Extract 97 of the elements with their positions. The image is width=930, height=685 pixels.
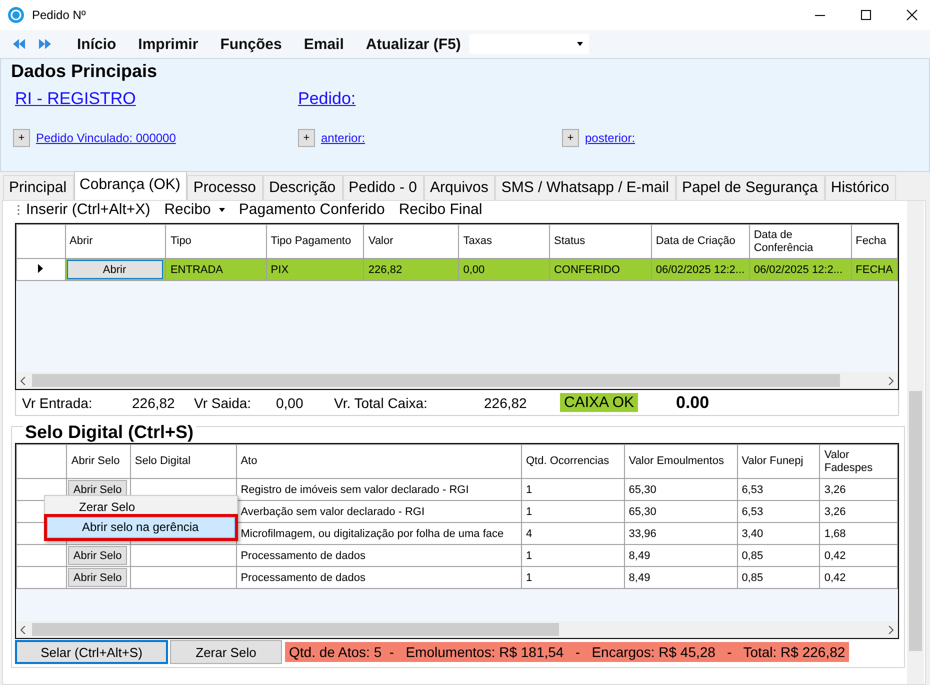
table-cell: 65,30 <box>624 500 738 522</box>
table-cell: 06/02/2025 12:2... <box>651 258 750 280</box>
table-cell: 1 <box>521 500 624 522</box>
menu-item[interactable]: Início <box>77 36 116 52</box>
summary-text: Qtd. de Atos: 5 - Emolumentos: R$ 181,54 - Encargos: R$ 45,28 - Total: R$ 226,82 <box>285 642 850 662</box>
column-header[interactable]: Selo Digital <box>130 444 236 478</box>
fast-forward-icon[interactable] <box>39 39 51 49</box>
table-cell: 65,30 <box>624 478 738 500</box>
dropdown-field[interactable] <box>468 34 589 54</box>
section-title: Selo Digital (Ctrl+S) <box>23 422 196 443</box>
tab[interactable]: Histórico <box>824 175 896 200</box>
dropdown-arrow-icon <box>576 42 583 46</box>
table-cell: 0,42 <box>820 544 898 566</box>
difference-value: 0.00 <box>676 392 710 412</box>
toolbar-button[interactable]: Pagamento Conferido <box>238 202 385 216</box>
table-cell: 3,40 <box>737 522 820 544</box>
grip-icon <box>17 204 20 216</box>
tab[interactable]: Descrição <box>262 175 343 200</box>
table-cell: 3,26 <box>820 500 898 522</box>
tab[interactable]: SMS / Whatsapp / E-mail <box>495 175 676 200</box>
menu-item[interactable]: Zerar Selo <box>47 498 235 517</box>
column-header[interactable]: Abrir Selo <box>66 444 130 478</box>
table-cell: 1,68 <box>820 522 898 544</box>
tab[interactable]: Arquivos <box>424 175 496 200</box>
column-header[interactable]: Ato <box>236 444 522 478</box>
table-cell: 8,49 <box>624 544 738 566</box>
tab[interactable]: Principal <box>3 175 74 200</box>
table-cell: PIX <box>266 258 364 280</box>
total-value: 226,82 <box>132 394 176 410</box>
scroll-left-icon[interactable] <box>20 626 26 634</box>
close-icon[interactable] <box>906 9 918 21</box>
table-cell: 3,26 <box>820 478 898 500</box>
vertical-scrollbar[interactable] <box>907 201 924 684</box>
column-header[interactable]: Valor Funepj <box>737 444 820 478</box>
table-cell: Processamento de dados <box>236 544 522 566</box>
scroll-right-icon[interactable] <box>888 376 894 384</box>
caret-icon <box>218 208 225 212</box>
toolbar-button[interactable]: Recibo <box>164 202 225 216</box>
column-header[interactable]: Valor Fadespes <box>820 444 898 478</box>
table-cell: 6,53 <box>737 478 820 500</box>
tab[interactable]: Papel de Segurança <box>676 175 825 200</box>
table-cell: ENTRADA <box>166 258 266 280</box>
table-cell: CONFERIDO <box>549 258 652 280</box>
scroll-thumb[interactable] <box>32 623 559 636</box>
table-cell: FECHA <box>851 258 898 280</box>
total-value: 0,00 <box>276 394 304 410</box>
expand-button[interactable]: + <box>562 129 579 147</box>
link[interactable]: Pedido Vinculado: 000000 <box>36 131 176 145</box>
column-header[interactable]: Valor Emoulmentos <box>624 444 738 478</box>
table-cell: 0,85 <box>737 544 820 566</box>
action-button[interactable]: Zerar Selo <box>170 640 282 664</box>
link[interactable]: RI - REGISTRO <box>15 89 298 109</box>
table-cell: 226,82 <box>364 258 459 280</box>
total-label: Vr. Total Caixa: <box>334 394 428 410</box>
table-cell: 6,53 <box>737 500 820 522</box>
table-cell: 06/02/2025 12:2... <box>749 258 852 280</box>
menu-item[interactable]: Atualizar (F5) <box>366 36 461 52</box>
scroll-thumb[interactable] <box>909 391 922 651</box>
horizontal-scrollbar[interactable] <box>16 621 898 638</box>
action-button[interactable]: Selar (Ctrl+Alt+S) <box>15 640 168 664</box>
menu-item[interactable]: Abrir selo na gerência <box>47 517 235 538</box>
status-badge: CAIXA OK <box>560 393 638 412</box>
table-cell: Registro de imóveis sem valor declarado - RGI <box>236 478 522 500</box>
total-value: 226,82 <box>484 394 528 410</box>
link[interactable]: Pedido: <box>298 89 356 109</box>
expand-button[interactable]: + <box>298 129 315 147</box>
toolbar-button[interactable]: Recibo Final <box>398 202 482 216</box>
menu-item[interactable]: Imprimir <box>138 36 198 52</box>
link[interactable]: posterior: <box>585 131 636 145</box>
table-cell: 33,96 <box>624 522 738 544</box>
total-label: Vr Entrada: <box>22 394 94 410</box>
link[interactable]: anterior: <box>321 131 366 145</box>
rewind-icon[interactable] <box>13 39 25 49</box>
scroll-right-icon[interactable] <box>888 626 894 634</box>
maximize-icon[interactable] <box>860 9 872 21</box>
horizontal-scrollbar[interactable] <box>16 372 898 389</box>
tab[interactable]: Cobrança (OK) <box>74 171 188 200</box>
tab[interactable]: Pedido - 0 <box>342 175 424 200</box>
menu-item[interactable]: Funções <box>220 36 282 52</box>
open-button[interactable]: Abrir <box>66 260 163 279</box>
app-icon <box>8 7 24 23</box>
open-seal-button[interactable]: Abrir Selo <box>68 546 127 565</box>
menu-item[interactable]: Email <box>304 36 344 52</box>
table-cell: 4 <box>521 522 624 544</box>
tab[interactable]: Processo <box>187 175 263 200</box>
scroll-thumb[interactable] <box>32 374 840 387</box>
scroll-left-icon[interactable] <box>20 376 26 384</box>
section-title: Dados Principais <box>11 61 158 82</box>
column-header[interactable]: Qtd. Ocorrencias <box>521 444 624 478</box>
expand-button[interactable]: + <box>13 129 30 147</box>
table-cell: 1 <box>521 544 624 566</box>
open-seal-button[interactable]: Abrir Selo <box>68 568 127 587</box>
table-cell: 0,00 <box>458 258 550 280</box>
window-title: Pedido Nº <box>32 8 86 22</box>
table-cell: 1 <box>521 478 624 500</box>
total-label: Vr Saida: <box>194 394 252 410</box>
toolbar-button[interactable]: Inserir (Ctrl+Alt+X) <box>26 202 150 216</box>
